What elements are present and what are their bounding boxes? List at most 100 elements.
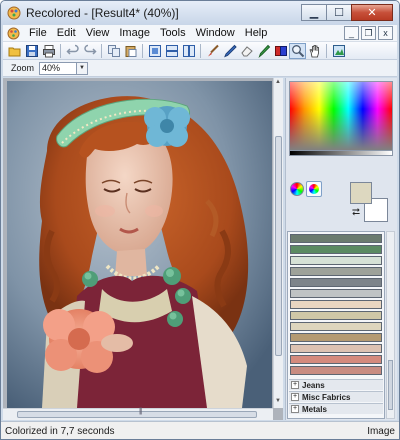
palette-swatch[interactable] xyxy=(290,322,382,331)
pen-icon xyxy=(223,44,237,57)
group-label: Misc Fabrics xyxy=(302,392,351,402)
eyedropper-tool[interactable] xyxy=(255,43,272,59)
palette-swatch[interactable] xyxy=(290,256,382,265)
palette-scroll-thumb[interactable] xyxy=(388,360,393,410)
view-split-horizontal-icon xyxy=(165,44,178,57)
open-button[interactable] xyxy=(6,43,23,59)
minimize-button[interactable]: ▁ xyxy=(301,4,327,21)
zoom-icon xyxy=(291,44,304,57)
window-title: Recolored - [Result4* (40%)] xyxy=(26,6,179,20)
copy-button[interactable] xyxy=(105,43,122,59)
chevron-down-icon: ▼ xyxy=(79,65,85,71)
palette-swatch[interactable] xyxy=(290,311,382,320)
color-wheel-mode-button[interactable] xyxy=(290,182,304,196)
group-label: Metals xyxy=(302,404,327,414)
view-split-horizontal-button[interactable] xyxy=(163,43,180,59)
brush-tool[interactable] xyxy=(204,43,221,59)
palette-swatch[interactable] xyxy=(290,267,382,276)
spectrum-highlight xyxy=(290,82,392,110)
expand-icon[interactable]: + xyxy=(291,381,299,389)
close-button[interactable]: ✕ xyxy=(351,4,393,21)
menu-view[interactable]: View xyxy=(81,27,115,39)
canvas-vertical-scrollbar[interactable]: ▲ ▼ xyxy=(273,78,283,408)
print-icon xyxy=(42,44,55,57)
toolbar-separator xyxy=(142,43,143,58)
zoom-input[interactable]: 40% xyxy=(39,61,78,75)
undo-button[interactable] xyxy=(64,43,81,59)
menu-tools[interactable]: Tools xyxy=(155,27,191,39)
view-single-icon xyxy=(148,44,161,57)
foreground-color-swatch[interactable] xyxy=(350,182,372,204)
palette-swatch[interactable] xyxy=(290,234,382,243)
brush-icon xyxy=(207,44,219,56)
toolbar-separator xyxy=(60,43,61,58)
color-fill-tool[interactable] xyxy=(272,43,289,59)
zoom-dropdown-button[interactable]: ▼ xyxy=(77,61,89,75)
doc-restore-button[interactable]: ❐ xyxy=(361,26,376,40)
navigator-icon xyxy=(332,44,345,57)
pen-tool[interactable] xyxy=(221,43,238,59)
save-icon xyxy=(25,44,38,57)
palette-swatch[interactable] xyxy=(290,278,382,287)
palette-swatch[interactable] xyxy=(290,333,382,342)
menu-edit[interactable]: Edit xyxy=(52,27,81,39)
paste-button[interactable] xyxy=(122,43,139,59)
open-folder-icon xyxy=(8,47,20,56)
eraser-tool[interactable] xyxy=(238,43,255,59)
zoom-bar: Zoom 40% ▼ xyxy=(3,60,397,77)
horizontal-scroll-thumb[interactable] xyxy=(17,411,257,418)
view-split-vertical-button[interactable] xyxy=(180,43,197,59)
menu-file[interactable]: File xyxy=(24,27,52,39)
menu-image[interactable]: Image xyxy=(114,27,155,39)
view-single-button[interactable] xyxy=(146,43,163,59)
menu-help[interactable]: Help xyxy=(240,27,273,39)
palette-swatch[interactable] xyxy=(290,366,382,375)
doc-close-button[interactable]: x xyxy=(378,26,393,40)
palette-scrollbar[interactable] xyxy=(386,231,395,419)
palette-group-misc-fabrics[interactable]: + Misc Fabrics xyxy=(289,391,383,402)
group-label: Jeans xyxy=(302,380,325,390)
title-bar[interactable]: Recolored - [Result4* (40%)] ▁ ☐ ✕ xyxy=(1,1,399,25)
scroll-down-icon[interactable]: ▼ xyxy=(275,398,281,404)
expand-icon[interactable]: + xyxy=(291,393,299,401)
doc-minimize-button[interactable]: _ xyxy=(344,26,359,40)
palette-group-metals[interactable]: + Metals xyxy=(289,403,383,414)
hand-icon xyxy=(308,44,319,57)
canvas-area[interactable]: ▲ ▼ ||| xyxy=(3,78,283,420)
copy-icon xyxy=(107,44,120,57)
colorized-image[interactable] xyxy=(7,81,272,408)
document-icon[interactable] xyxy=(7,27,20,40)
save-button[interactable] xyxy=(23,43,40,59)
maximize-button[interactable]: ☐ xyxy=(326,4,352,21)
color-panel: ⮂ + Jeans + Misc Fabrics + Metals xyxy=(285,78,397,420)
redo-button[interactable] xyxy=(81,43,98,59)
eyedropper-icon xyxy=(257,44,270,58)
toolbar xyxy=(3,42,397,60)
color-wheel-icon xyxy=(309,184,319,194)
palette-swatch[interactable] xyxy=(290,344,382,353)
color-spectrum-picker[interactable] xyxy=(289,81,393,151)
palette-swatch[interactable] xyxy=(290,245,382,254)
canvas-horizontal-scrollbar[interactable]: ||| xyxy=(3,408,273,420)
hand-tool[interactable] xyxy=(306,43,323,59)
toolbar-separator xyxy=(101,43,102,58)
window-controls: ▁ ☐ ✕ xyxy=(301,4,393,21)
scroll-grip-icon: ||| xyxy=(139,408,143,415)
menu-bar: File Edit View Image Tools Window Help _… xyxy=(3,25,397,42)
palette-group-jeans[interactable]: + Jeans xyxy=(289,379,383,390)
print-button[interactable] xyxy=(40,43,57,59)
color-fill-icon xyxy=(274,45,287,56)
expand-icon[interactable]: + xyxy=(291,405,299,413)
palette-swatch[interactable] xyxy=(290,355,382,364)
vertical-scroll-thumb[interactable] xyxy=(275,136,282,356)
swap-colors-icon[interactable]: ⮂ xyxy=(352,207,360,218)
grayscale-strip[interactable] xyxy=(289,151,393,156)
palette-swatch[interactable] xyxy=(290,300,382,309)
palette-mode-button[interactable] xyxy=(306,181,322,197)
menu-window[interactable]: Window xyxy=(191,27,240,39)
zoom-tool[interactable] xyxy=(289,42,306,59)
view-split-vertical-icon xyxy=(182,44,195,57)
navigator-button[interactable] xyxy=(330,43,347,59)
palette-swatch[interactable] xyxy=(290,289,382,298)
scroll-up-icon[interactable]: ▲ xyxy=(275,79,281,85)
